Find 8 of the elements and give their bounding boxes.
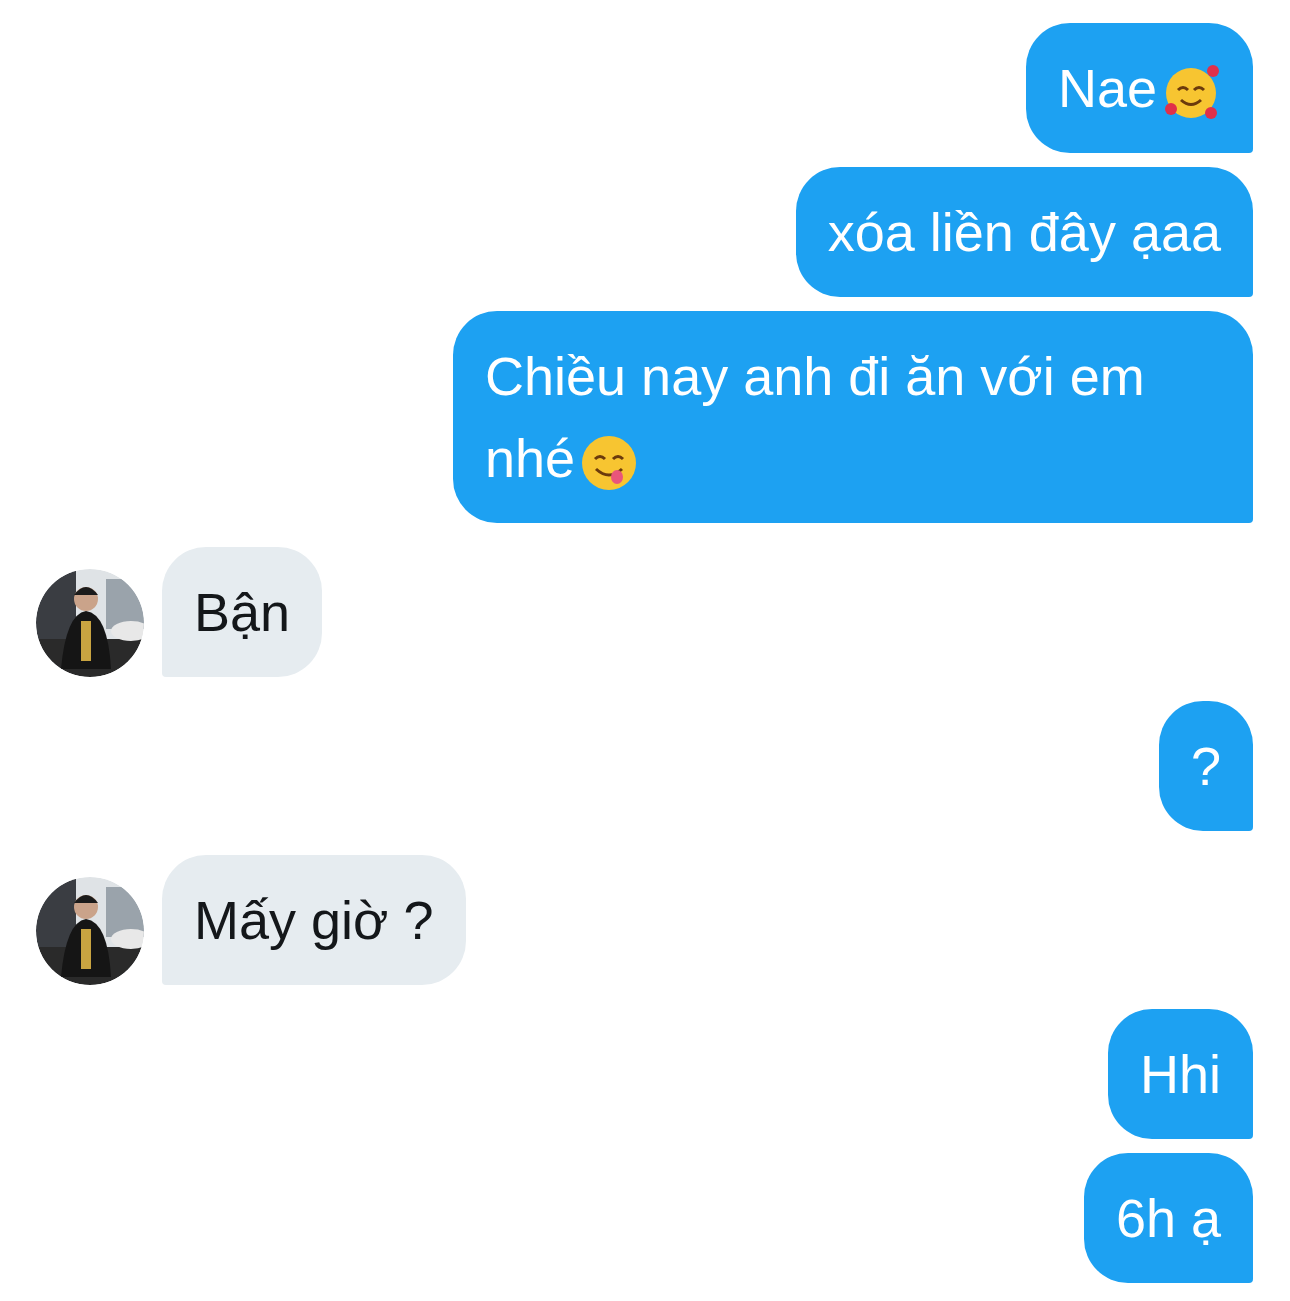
message-bubble: Mấy giờ ?: [162, 855, 466, 985]
message-bubble: 6h ạ: [1083, 1153, 1253, 1283]
message-bubble: ?: [1158, 701, 1253, 831]
message-bubble: Nae: [1025, 23, 1253, 153]
message-bubble: Chiều nay anh đi ăn với em nhé: [453, 311, 1253, 523]
message-bubble: xóa liền đây ạaa: [795, 167, 1253, 297]
message-bubble: Hhi: [1107, 1009, 1253, 1139]
message-bubble: Bận: [162, 547, 323, 677]
